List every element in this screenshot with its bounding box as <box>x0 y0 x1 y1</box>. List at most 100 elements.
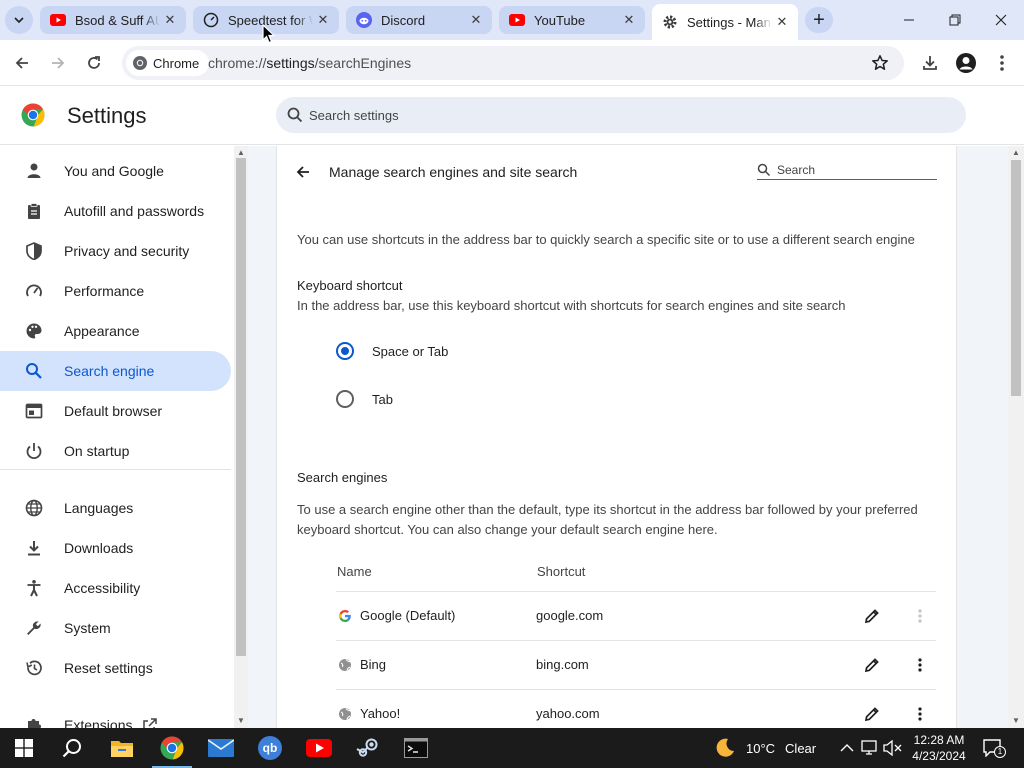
close-window-button[interactable] <box>978 0 1024 40</box>
sidebar-scrollbar[interactable]: ▲ ▼ <box>234 146 248 728</box>
sidebar-item-autofill[interactable]: Autofill and passwords <box>0 191 231 231</box>
more-actions-button[interactable] <box>910 655 930 675</box>
settings-search-input[interactable]: Search settings <box>276 97 966 133</box>
sidebar-item-label: Autofill and passwords <box>64 203 205 219</box>
tab-discord[interactable]: Discord ✕ <box>346 6 492 34</box>
sidebar-item-on-startup[interactable]: On startup <box>0 431 231 471</box>
network-button[interactable] <box>860 738 880 758</box>
scroll-down-arrow[interactable]: ▼ <box>234 714 248 726</box>
radio-space-or-tab[interactable] <box>336 342 354 360</box>
sidebar-item-accessibility[interactable]: Accessibility <box>0 568 231 608</box>
forward-button[interactable] <box>43 48 73 78</box>
account-icon <box>956 53 976 73</box>
power-icon <box>24 441 44 461</box>
more-actions-button[interactable] <box>910 704 930 724</box>
close-icon[interactable]: ✕ <box>313 10 333 30</box>
chevron-down-icon <box>14 17 24 24</box>
taskbar-chrome[interactable] <box>148 728 196 768</box>
profile-button[interactable] <box>951 48 981 78</box>
weather-widget[interactable]: 10°C Clear <box>714 736 816 760</box>
scrollbar-thumb[interactable] <box>236 158 246 656</box>
new-tab-button[interactable]: + <box>805 7 833 33</box>
close-icon[interactable]: ✕ <box>619 10 639 30</box>
search-engines-search-input[interactable]: Search <box>757 160 937 180</box>
browser-menu-button[interactable] <box>987 48 1017 78</box>
chrome-icon <box>160 736 184 760</box>
scrollbar-thumb[interactable] <box>1011 160 1021 396</box>
star-icon <box>872 55 888 70</box>
sidebar-item-languages[interactable]: Languages <box>0 488 231 528</box>
back-button[interactable] <box>293 162 313 182</box>
sidebar-item-privacy[interactable]: Privacy and security <box>0 231 231 271</box>
edit-engine-button[interactable] <box>862 655 882 675</box>
intro-text: You can use shortcuts in the address bar… <box>297 232 915 247</box>
clock-date: 4/23/2024 <box>912 749 966 763</box>
sidebar-item-extensions[interactable]: Extensions <box>0 705 231 728</box>
scroll-up-arrow[interactable]: ▲ <box>234 146 248 158</box>
url-text[interactable]: chrome://settings/searchEngines <box>208 55 411 71</box>
sidebar-item-label: Accessibility <box>64 580 141 596</box>
edit-engine-button[interactable] <box>862 606 882 626</box>
bookmark-star-button[interactable] <box>870 53 890 73</box>
keyboard-shortcut-heading: Keyboard shortcut <box>297 278 403 293</box>
taskbar-qbittorrent[interactable]: qb <box>246 728 294 768</box>
radio-tab[interactable] <box>336 390 354 408</box>
windows-taskbar: qb 10°C Clear 12:28 AM 4/23/2024 1 <box>0 728 1024 768</box>
scroll-up-arrow[interactable]: ▲ <box>1009 146 1023 158</box>
taskbar-mail[interactable] <box>197 728 245 768</box>
sidebar-item-label: Extensions <box>64 717 133 728</box>
back-button[interactable] <box>7 48 37 78</box>
more-vert-icon <box>918 658 922 672</box>
sidebar-item-performance[interactable]: Performance <box>0 271 231 311</box>
sidebar-item-label: Downloads <box>64 540 134 556</box>
taskbar-youtube[interactable] <box>295 728 343 768</box>
sidebar-item-downloads[interactable]: Downloads <box>0 528 231 568</box>
engine-name: Bing <box>360 657 387 672</box>
sidebar-item-you-and-google[interactable]: You and Google <box>0 151 231 191</box>
downloads-button[interactable] <box>915 48 945 78</box>
chrome-icon <box>132 55 148 71</box>
settings-sidebar: You and Google Autofill and passwords Pr… <box>0 146 234 728</box>
sidebar-item-default-browser[interactable]: Default browser <box>0 391 231 431</box>
sidebar-item-reset-settings[interactable]: Reset settings <box>0 648 231 688</box>
close-icon[interactable]: ✕ <box>466 10 486 30</box>
show-hidden-icons-button[interactable] <box>837 738 857 758</box>
taskbar-steam[interactable] <box>344 728 392 768</box>
edit-engine-button[interactable] <box>862 704 882 724</box>
tab-youtube[interactable]: YouTube ✕ <box>499 6 645 34</box>
sidebar-item-appearance[interactable]: Appearance <box>0 311 231 351</box>
volume-button[interactable] <box>883 738 903 758</box>
sidebar-item-label: On startup <box>64 443 130 459</box>
sidebar-divider <box>0 469 231 470</box>
tab-bsod[interactable]: Bsod & Suff AU ✕ <box>40 6 186 34</box>
sidebar-item-search-engine[interactable]: Search engine <box>0 351 231 391</box>
restore-button[interactable] <box>932 0 978 40</box>
address-bar[interactable]: Chrome chrome://settings/searchEngines <box>122 46 904 80</box>
site-info-chip[interactable]: Chrome <box>126 50 210 76</box>
main-scrollbar[interactable]: ▲ ▼ <box>1008 146 1024 728</box>
search-engines-description-1: To use a search engine other than the de… <box>297 502 918 517</box>
table-row: Bing bing.com <box>336 641 936 689</box>
scroll-down-arrow[interactable]: ▼ <box>1009 714 1023 726</box>
radio-label-space-or-tab[interactable]: Space or Tab <box>372 344 448 359</box>
taskbar-file-explorer[interactable] <box>98 728 146 768</box>
search-engines-card: Manage search engines and site search Se… <box>276 146 957 728</box>
taskbar-clock[interactable]: 12:28 AM 4/23/2024 <box>906 732 972 764</box>
more-actions-button[interactable] <box>910 606 930 626</box>
folder-icon <box>111 741 133 757</box>
taskbar-search-button[interactable] <box>48 728 96 768</box>
puzzle-icon <box>24 715 44 728</box>
reload-button[interactable] <box>79 48 109 78</box>
start-button[interactable] <box>0 728 48 768</box>
taskbar-terminal[interactable] <box>392 728 440 768</box>
notification-center-button[interactable]: 1 <box>982 738 1006 758</box>
tab-search-button[interactable] <box>5 6 33 34</box>
search-engines-description-2: keyboard shortcut. You can also change y… <box>297 522 718 537</box>
tab-settings[interactable]: Settings - Man ✕ <box>652 4 798 40</box>
close-icon[interactable]: ✕ <box>772 12 792 32</box>
close-icon[interactable]: ✕ <box>160 10 180 30</box>
radio-label-tab[interactable]: Tab <box>372 392 393 407</box>
sidebar-item-system[interactable]: System <box>0 608 231 648</box>
engine-name: Yahoo! <box>360 706 401 721</box>
minimize-button[interactable] <box>886 0 932 40</box>
